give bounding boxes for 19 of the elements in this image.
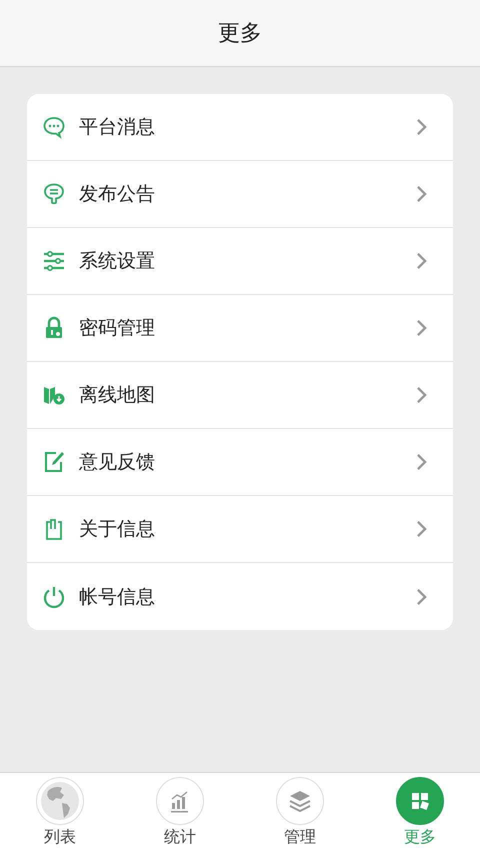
chevron-right-icon: [416, 588, 427, 606]
tab[interactable]: 管理: [240, 773, 360, 853]
power-icon: [42, 584, 66, 608]
sliders-icon: [42, 249, 66, 273]
chat-bubble-icon: [42, 115, 66, 139]
chevron-right-icon: [416, 252, 427, 270]
globe-icon: [40, 781, 80, 821]
tab[interactable]: 列表: [0, 773, 120, 853]
chevron-right-icon: [416, 319, 427, 337]
speech-bubble-icon: [42, 182, 66, 206]
chevron-right-icon: [416, 520, 427, 538]
edit-icon: [42, 450, 66, 474]
chevron-right-icon: [416, 118, 427, 136]
chevron-right-icon: [416, 386, 427, 404]
chevron-right-icon: [416, 453, 427, 471]
menu-item[interactable]: 平台消息: [27, 94, 453, 161]
tab[interactable]: 统计: [120, 773, 240, 853]
page-title: 更多: [218, 20, 262, 48]
chevron-right-icon: [416, 185, 427, 203]
